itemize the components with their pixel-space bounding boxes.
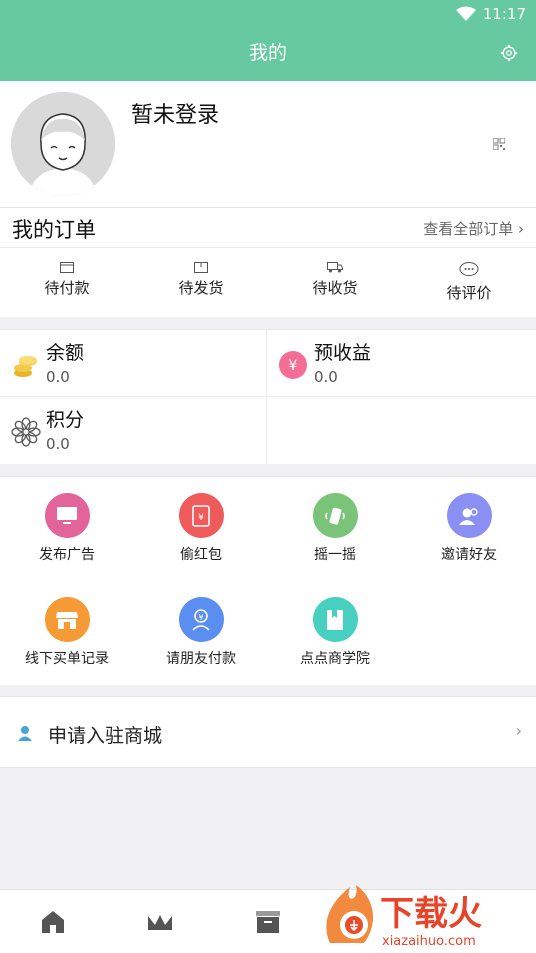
feature-label: 请朋友付款 [166,651,236,667]
orders-title: 我的订单 [12,218,96,242]
ask-friend-to-pay-button[interactable]: ¥ 请朋友付款 [134,597,268,701]
svg-text:¥: ¥ [289,358,298,374]
shop-icon [56,611,78,629]
status-time: 11:17 [482,5,526,23]
invite-friends-icon [459,507,478,525]
package-icon [194,262,208,273]
order-pending-payment[interactable]: 待付款 [0,248,134,317]
chevron-right-icon: › [515,721,522,740]
order-status-label: 待收货 [312,279,358,297]
points-label: 积分 [46,409,85,431]
red-envelope-icon: ¥ [192,504,210,527]
expected-income-value: 0.0 [314,368,338,386]
merchant-person-icon [18,726,32,741]
apply-merchant-label: 申请入驻商城 [48,725,163,747]
comment-icon [459,262,479,276]
section-divider [0,464,536,476]
login-status-name[interactable]: 暂未登录 [131,97,219,129]
balance-value: 0.0 [46,368,70,386]
steal-red-envelope-button[interactable]: ¥ 偷红包 [134,493,268,597]
wallet-icon [60,262,74,273]
flower-icon [11,417,41,447]
book-icon [327,609,343,630]
default-avatar-icon [11,92,115,196]
invite-friends-button[interactable]: 邀请好友 [402,493,536,597]
section-divider [0,317,536,329]
home-icon[interactable] [39,908,67,936]
order-status-label: 待发货 [178,279,224,297]
qr-code-icon[interactable] [493,138,505,150]
monitor-icon [57,506,77,524]
profile-card[interactable]: 暂未登录 [0,81,536,207]
points-cell[interactable]: 积分 0.0 [0,397,267,464]
feature-label: 偷红包 [180,547,222,563]
orders-header: 我的订单 查看全部订单 › [0,207,536,248]
expected-income-cell[interactable]: ¥ 预收益 0.0 [267,330,536,397]
expected-income-label: 预收益 [314,342,372,364]
view-all-orders-link[interactable]: 查看全部订单 › [423,218,524,239]
status-bar: 11:17 [0,0,536,30]
feature-label: 点点商学院 [300,651,370,667]
balance-label: 余额 [46,342,85,364]
svg-text:¥: ¥ [198,513,204,523]
post-ad-button[interactable]: 发布广告 [0,493,134,597]
gear-icon[interactable] [500,44,518,62]
watermark-url: xiazaihuo.com [382,934,476,949]
wifi-icon [456,6,476,21]
order-pending-receipt[interactable]: 待收货 [268,248,402,317]
watermark-brand: 下载火 [380,894,482,934]
yen-coin-icon: ¥ [279,351,307,379]
feature-label: 邀请好友 [441,547,497,563]
shake-icon [325,507,345,525]
feature-label: 摇一摇 [314,547,356,563]
box-icon[interactable] [254,908,282,936]
feature-grid: 发布广告 ¥ 偷红包 摇一摇 邀请好友 线下买单记录 ¥ 请朋友付款 点点商学院 [0,476,536,685]
truck-icon [327,262,343,273]
order-pending-review[interactable]: 待评价 [402,248,536,317]
avatar[interactable] [11,92,115,196]
svg-text:¥: ¥ [198,613,203,622]
apply-merchant-row[interactable]: 申请入驻商城 › [0,696,536,768]
order-status-label: 待付款 [44,279,90,297]
feature-label: 发布广告 [39,547,95,563]
title-bar: 我的 [0,30,536,81]
order-status-label: 待评价 [446,284,492,302]
points-value: 0.0 [46,435,70,453]
balance-cell[interactable]: 余额 0.0 [0,330,267,397]
business-school-button[interactable]: 点点商学院 [268,597,402,701]
page-title: 我的 [248,42,287,64]
crown-icon[interactable] [146,908,174,936]
order-pending-shipment[interactable]: 待发货 [134,248,268,317]
pay-friend-icon: ¥ [192,608,210,631]
watermark-logo: 下载火 xiazaihuo.com [326,885,482,949]
wallet-panel: 余额 0.0 ¥ 预收益 0.0 积分 0.0 [0,329,536,464]
coins-icon [14,356,37,377]
offline-order-records-button[interactable]: 线下买单记录 [0,597,134,701]
order-status-row: 待付款 待发货 待收货 待评价 [0,248,536,317]
shake-button[interactable]: 摇一摇 [268,493,402,597]
feature-label: 线下买单记录 [25,651,109,667]
empty-cell [267,397,536,464]
bottom-tab-bar: 下载火 xiazaihuo.com [0,885,536,953]
